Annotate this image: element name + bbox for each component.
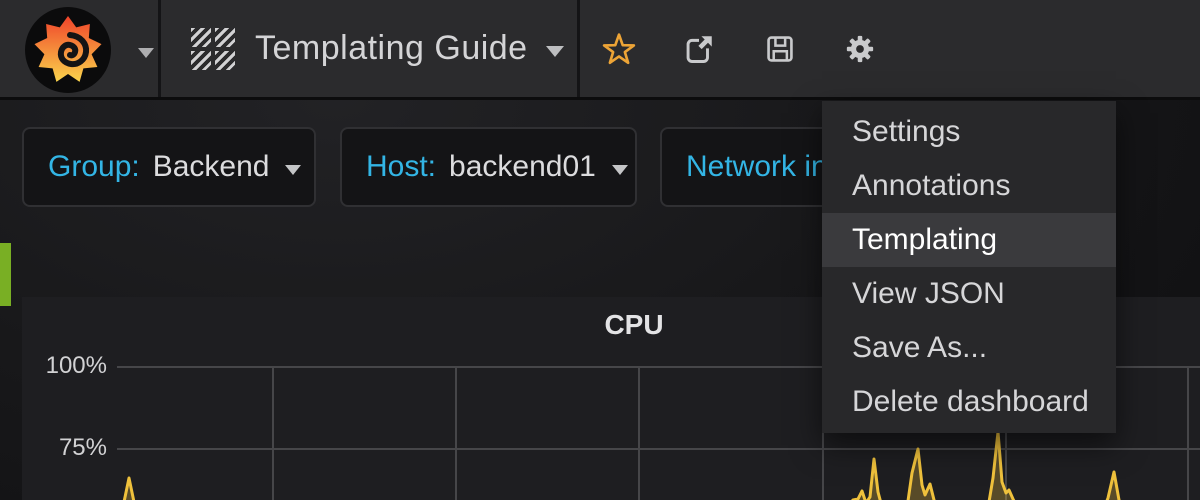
y-axis-tick-label: 100% [22, 351, 107, 381]
menu-item-view-json[interactable]: View JSON [822, 267, 1116, 321]
variable-label: Network in [686, 150, 828, 184]
save-dashboard-button[interactable] [740, 0, 820, 97]
grafana-logo-button[interactable] [0, 0, 158, 97]
dashboard-body: Group: Backend Host: backend01 Network i… [0, 100, 1200, 500]
variable-label: Group: [48, 150, 140, 184]
save-icon [764, 33, 796, 65]
dashboard-title: Templating Guide [255, 29, 528, 68]
gear-dropdown-menu: Settings Annotations Templating View JSO… [822, 101, 1116, 433]
dashboard-title-dropdown[interactable]: Templating Guide [161, 0, 575, 97]
variable-label: Host: [366, 150, 436, 184]
x-gridline [455, 366, 457, 500]
navbar: Templating Guide [0, 0, 1200, 100]
grafana-logo-icon [24, 6, 112, 94]
gear-menu-button[interactable] [820, 0, 900, 97]
variable-dropdown-host[interactable]: Host: backend01 [340, 127, 637, 207]
row-control-bar[interactable] [0, 243, 11, 306]
y-axis-tick-label: 75% [22, 433, 107, 463]
x-gridline [1187, 366, 1189, 500]
dashboard-grid-icon [191, 28, 235, 70]
menu-item-annotations[interactable]: Annotations [822, 159, 1116, 213]
chevron-down-icon [138, 48, 154, 58]
x-gridline [272, 366, 274, 500]
share-dashboard-button[interactable] [659, 0, 739, 97]
gear-icon [844, 33, 876, 65]
grafana-dashboard: Templating Guide [0, 0, 1200, 500]
menu-item-templating[interactable]: Templating [822, 213, 1116, 267]
chevron-down-icon [285, 165, 301, 175]
menu-item-delete-dashboard[interactable]: Delete dashboard [822, 375, 1116, 429]
chevron-down-icon [612, 165, 628, 175]
chevron-down-icon [546, 46, 564, 57]
share-icon [682, 32, 716, 66]
variable-value: Backend [153, 150, 270, 184]
variable-dropdown-group[interactable]: Group: Backend [22, 127, 316, 207]
menu-item-save-as[interactable]: Save As... [822, 321, 1116, 375]
star-dashboard-button[interactable] [579, 0, 659, 97]
y-gridline [117, 448, 1200, 450]
variable-value: backend01 [449, 150, 596, 184]
menu-item-settings[interactable]: Settings [822, 105, 1116, 159]
x-gridline [638, 366, 640, 500]
star-icon [601, 31, 637, 67]
